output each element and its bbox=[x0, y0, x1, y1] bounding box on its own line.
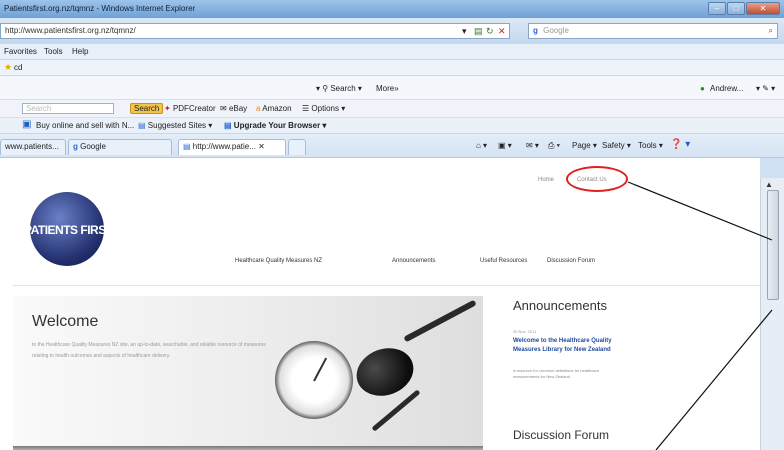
annotation-line-1 bbox=[627, 181, 773, 241]
annotation-line-2 bbox=[655, 309, 773, 450]
annotation-lines bbox=[627, 181, 773, 450]
